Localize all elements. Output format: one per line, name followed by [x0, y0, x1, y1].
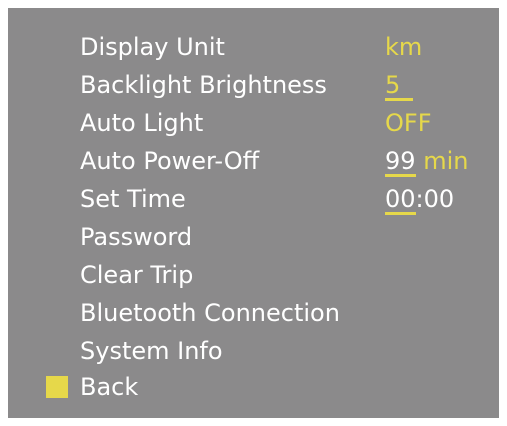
menu-item-label: Set Time [80, 185, 186, 213]
menu-item-label: Display Unit [80, 33, 225, 61]
auto-power-off-value: 99 min [385, 146, 468, 177]
menu-item-auto-power-off[interactable]: Auto Power-Off 99 min [8, 142, 499, 180]
time-minutes: 00 [423, 185, 455, 213]
display-unit-value: km [385, 33, 423, 61]
menu-item-password[interactable]: Password [8, 218, 499, 256]
menu-item-display-unit[interactable]: Display Unit km [8, 28, 499, 66]
auto-power-off-number: 99 [385, 147, 416, 177]
menu-item-back[interactable]: Back [8, 368, 499, 406]
menu-item-label: Clear Trip [80, 261, 194, 289]
auto-light-value: OFF [385, 109, 432, 137]
menu-item-backlight-brightness[interactable]: Backlight Brightness 5 [8, 66, 499, 104]
menu-item-label: Bluetooth Connection [80, 299, 340, 327]
auto-power-off-unit: min [423, 147, 469, 175]
menu-item-label: Backlight Brightness [80, 71, 327, 99]
menu-item-set-time[interactable]: Set Time 00:00 [8, 180, 499, 218]
menu-item-label: Auto Power-Off [80, 147, 260, 175]
menu-item-auto-light[interactable]: Auto Light OFF [8, 104, 499, 142]
time-hours: 00 [385, 185, 416, 215]
settings-screen: Display Unit km Backlight Brightness 5 A… [8, 8, 499, 418]
menu-item-bluetooth-connection[interactable]: Bluetooth Connection [8, 294, 499, 332]
menu-item-system-info[interactable]: System Info [8, 332, 499, 370]
backlight-brightness-value: 5 [385, 70, 413, 101]
menu-item-label: Back [80, 373, 139, 401]
menu-item-label: Password [80, 223, 193, 251]
backlight-brightness-number: 5 [385, 72, 413, 101]
time-separator: : [415, 185, 424, 213]
menu-item-clear-trip[interactable]: Clear Trip [8, 256, 499, 294]
selection-cursor-icon [46, 376, 68, 398]
menu-item-label: Auto Light [80, 109, 204, 137]
set-time-value: 00:00 [385, 184, 454, 215]
menu-item-label: System Info [80, 337, 223, 365]
